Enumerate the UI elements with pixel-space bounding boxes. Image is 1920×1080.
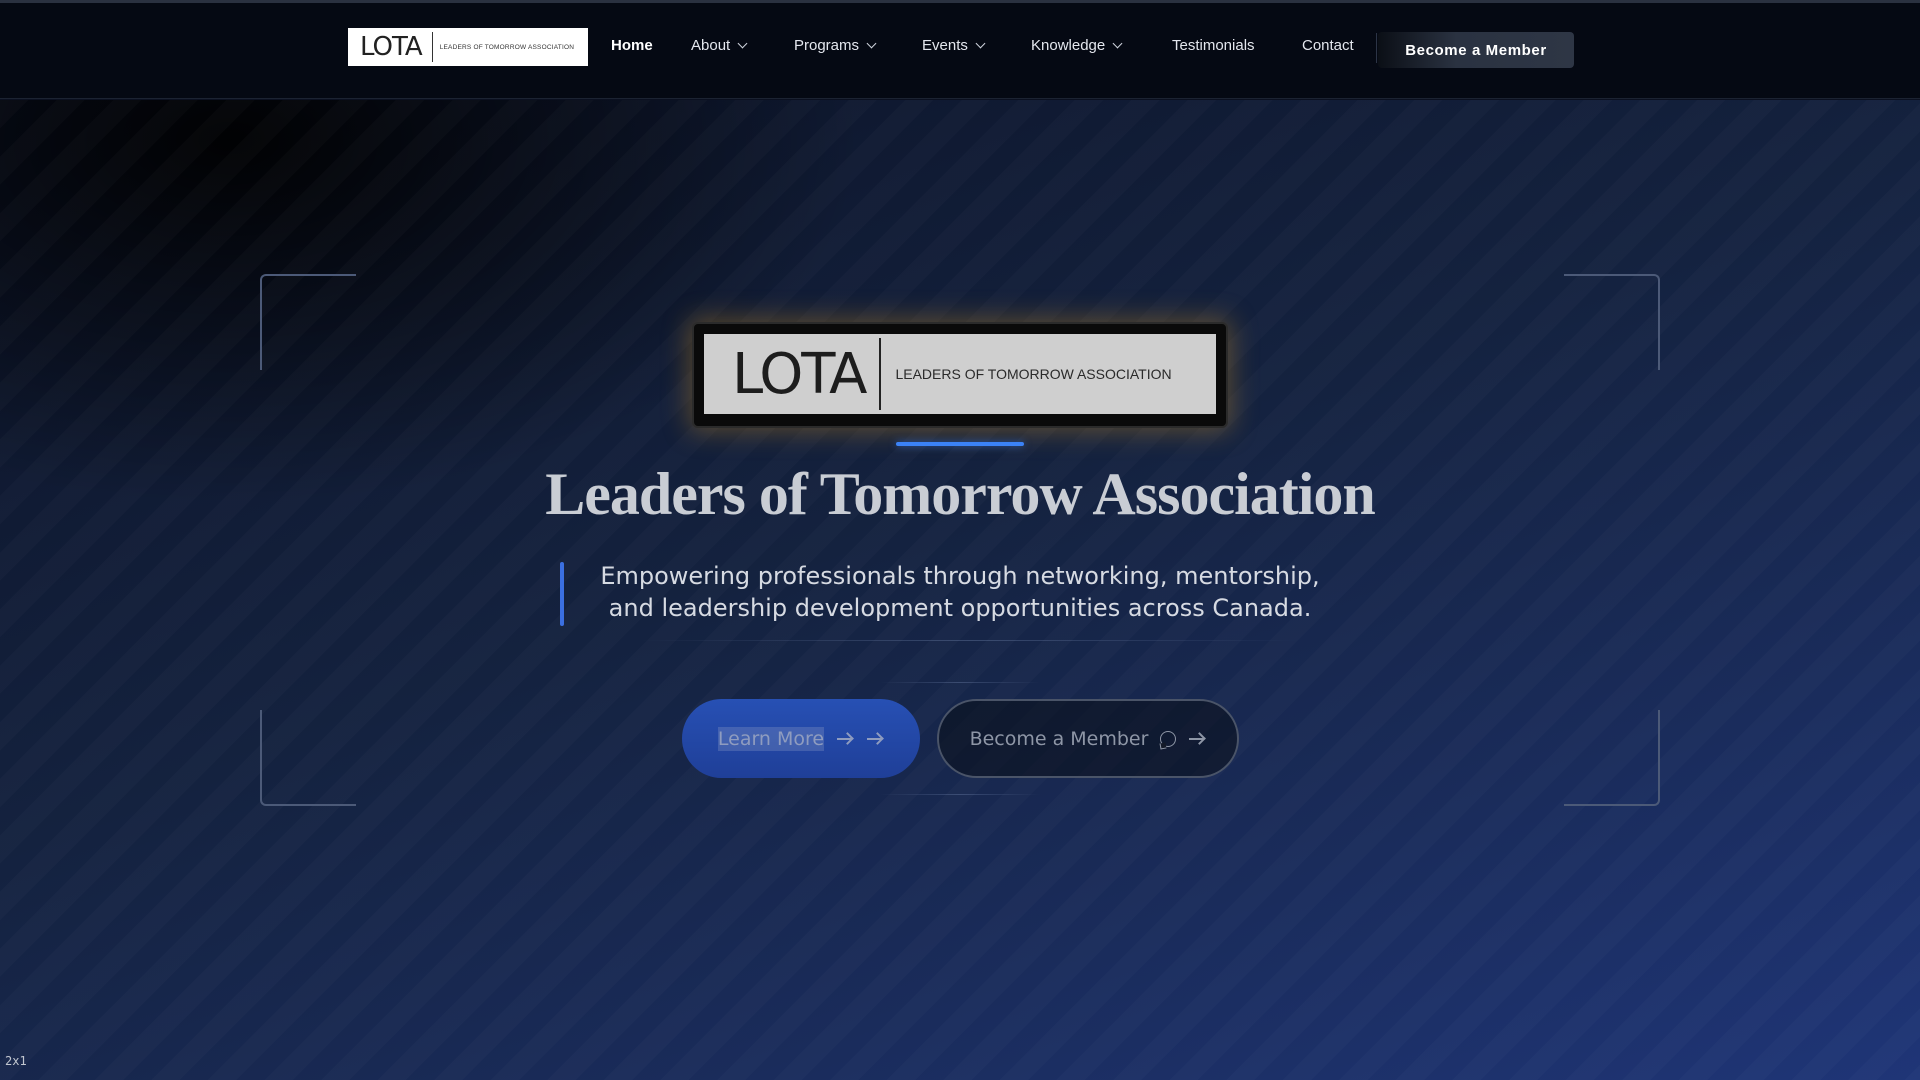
- nav-item-label: About: [691, 37, 731, 54]
- nav-item-testimonials[interactable]: Testimonials: [1172, 37, 1255, 54]
- chevron-down-icon: [866, 38, 877, 49]
- chevron-down-icon: [975, 38, 986, 49]
- corner-label: 2x1: [5, 1054, 27, 1068]
- chevron-down-icon: [1112, 38, 1123, 49]
- logo-tagline: LEADERS OF TOMORROW ASSOCIATION: [439, 43, 575, 51]
- title-accent-bar: [896, 442, 1024, 446]
- frame-corner: [260, 274, 356, 370]
- nav-item-knowledge[interactable]: Knowledge: [1031, 37, 1123, 54]
- hero-logo: LOTA LEADERS OF TOMORROW ASSOCIATION: [704, 334, 1216, 414]
- frame-corner: [260, 710, 356, 806]
- nav-item-label: Testimonials: [1172, 37, 1255, 54]
- divider-line: [880, 682, 1040, 683]
- nav-item-contact[interactable]: Contact: [1302, 37, 1354, 54]
- subtitle-accent-bar: [560, 562, 564, 626]
- navbar: LOTA LEADERS OF TOMORROW ASSOCIATION Hom…: [0, 3, 1920, 99]
- nav-item-label: Events: [922, 37, 968, 54]
- become-member-label: Become a Member: [969, 727, 1149, 750]
- frame-corner: [1564, 710, 1660, 806]
- become-member-hero-button[interactable]: Become a Member: [937, 699, 1239, 778]
- hero-logo-wordmark: LOTA: [732, 341, 867, 407]
- frame-corner: [1564, 274, 1660, 370]
- nav-item-events[interactable]: Events: [922, 37, 986, 54]
- hero-logo-tagline: LEADERS OF TOMORROW ASSOCIATION: [895, 366, 1172, 382]
- nav-item-label: Knowledge: [1031, 37, 1106, 54]
- logo-wordmark: LOTA: [360, 32, 423, 62]
- divider-line: [640, 640, 1300, 641]
- arrow-right-icon: [836, 732, 854, 746]
- chevron-down-icon: [737, 38, 748, 49]
- nav-logo[interactable]: LOTA LEADERS OF TOMORROW ASSOCIATION: [348, 28, 588, 66]
- nav-item-home[interactable]: Home: [611, 37, 653, 54]
- become-member-nav-button[interactable]: Become a Member: [1378, 32, 1574, 68]
- nav-item-label: Contact: [1302, 37, 1354, 54]
- nav-item-label: Programs: [794, 37, 860, 54]
- nav-divider: [1376, 33, 1377, 63]
- hero-section: LOTA LEADERS OF TOMORROW ASSOCIATION Lea…: [0, 100, 1920, 1080]
- hero-title: Leaders of Tomorrow Association: [545, 461, 1376, 527]
- learn-more-button[interactable]: Learn More: [682, 699, 920, 778]
- chat-bubble-icon: [1160, 730, 1177, 747]
- divider-line: [880, 794, 1040, 795]
- nav-item-programs[interactable]: Programs: [794, 37, 877, 54]
- hero-subtitle: Empowering professionals through network…: [600, 562, 1320, 622]
- learn-more-label: Learn More: [717, 726, 825, 751]
- arrow-right-icon: [1188, 732, 1206, 746]
- nav-item-label: Home: [611, 37, 653, 54]
- hero-logo-frame: LOTA LEADERS OF TOMORROW ASSOCIATION: [692, 322, 1228, 428]
- nav-item-about[interactable]: About: [691, 37, 748, 54]
- arrow-right-icon: [866, 732, 884, 746]
